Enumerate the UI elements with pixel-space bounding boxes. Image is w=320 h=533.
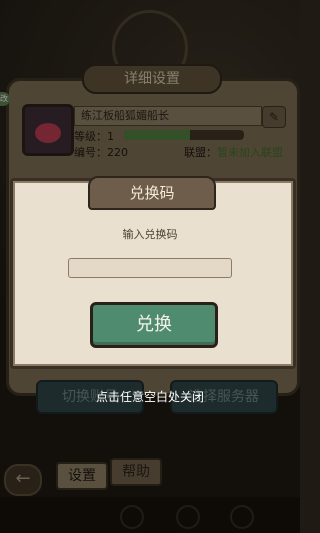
close-hint: 点击任意空白处关闭 bbox=[95, 390, 204, 404]
dialog-title: 兑换码 bbox=[88, 176, 216, 210]
redeem-code-input[interactable] bbox=[68, 258, 232, 278]
code-input-label: 输入兑换码 bbox=[122, 228, 178, 241]
redeem-button[interactable]: 兑换 bbox=[90, 302, 218, 348]
